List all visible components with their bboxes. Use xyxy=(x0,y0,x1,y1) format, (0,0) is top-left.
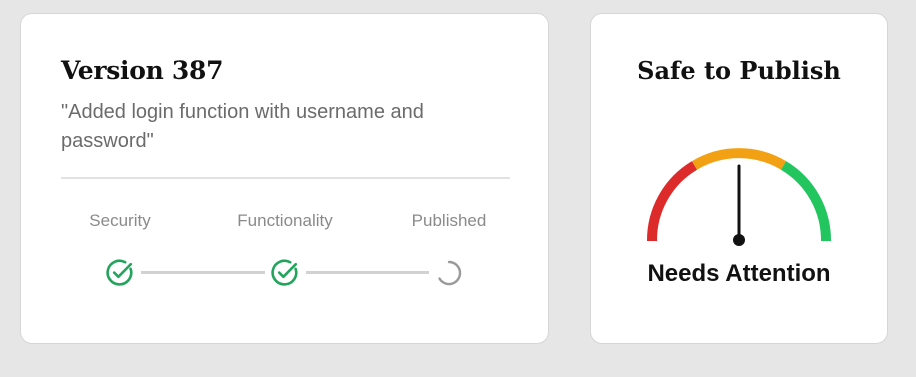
version-card: Version 387 "Added login function with u… xyxy=(20,13,549,344)
gauge-segment-green xyxy=(780,161,832,242)
step-connector xyxy=(141,271,265,274)
check-circle-icon xyxy=(271,259,298,286)
safety-title: Safe to Publish xyxy=(637,56,841,85)
divider xyxy=(61,177,510,179)
loading-spinner-icon xyxy=(438,260,462,286)
step-label-functionality: Functionality xyxy=(237,211,333,230)
check-circle-icon xyxy=(106,259,133,286)
step-label-published: Published xyxy=(411,211,487,230)
gauge-needle-pivot xyxy=(733,234,745,246)
gauge-segment-orange xyxy=(691,148,787,170)
version-description: "Added login function with username and … xyxy=(61,101,424,152)
gauge-segment-red xyxy=(646,161,698,242)
safety-status: Needs Attention xyxy=(647,260,831,287)
safety-card: Safe to Publish Needs Attention xyxy=(590,13,888,344)
safety-gauge xyxy=(646,148,832,246)
step-connector xyxy=(306,271,429,274)
step-label-security: Security xyxy=(89,211,151,230)
version-title: Version 387 xyxy=(61,56,224,85)
